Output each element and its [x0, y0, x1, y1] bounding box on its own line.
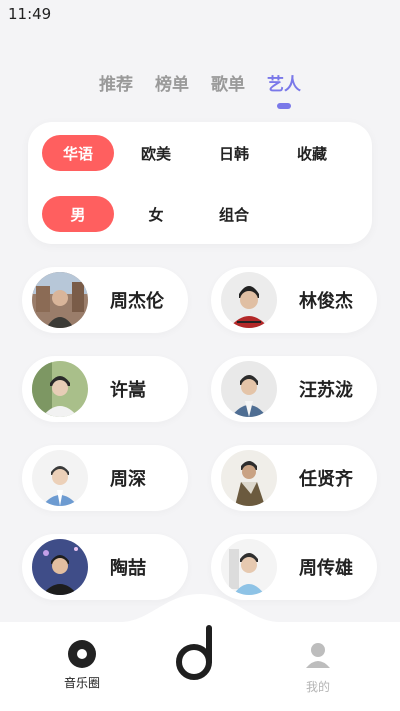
- artist-card[interactable]: 汪苏泷: [211, 356, 377, 422]
- active-tab-indicator: [277, 103, 291, 109]
- artist-avatar: [32, 539, 88, 595]
- status-time: 11:49: [8, 5, 52, 23]
- artist-card[interactable]: 周深: [22, 445, 188, 511]
- filter-group-chip[interactable]: 组合: [198, 196, 270, 232]
- artist-card[interactable]: 任贤齐: [211, 445, 377, 511]
- filter-favorites-chip[interactable]: 收藏: [276, 135, 348, 171]
- artist-avatar: [221, 361, 277, 417]
- status-bar: 11:49: [0, 0, 400, 28]
- tab-recommend[interactable]: 推荐: [99, 70, 133, 100]
- filter-chinese-chip[interactable]: 华语: [42, 135, 114, 171]
- artist-card[interactable]: 周杰伦: [22, 267, 188, 333]
- artist-name: 许嵩: [110, 380, 146, 401]
- artist-avatar: [221, 450, 277, 506]
- region-filter-row: 华语 欧美 日韩 收藏: [42, 135, 354, 171]
- tab-playlists[interactable]: 歌单: [211, 70, 245, 100]
- nav-music-circle-label: 音乐圈: [63, 676, 100, 690]
- artist-card[interactable]: 林俊杰: [211, 267, 377, 333]
- bottom-navigation: 音乐圈 我的: [0, 590, 400, 711]
- filter-japan-korea-chip[interactable]: 日韩: [198, 135, 270, 171]
- tab-artists[interactable]: 艺人: [267, 70, 301, 109]
- nav-profile-label: 我的: [305, 680, 330, 694]
- tab-charts[interactable]: 榜单: [155, 70, 189, 100]
- filter-male-chip[interactable]: 男: [42, 196, 114, 232]
- artist-avatar: [32, 450, 88, 506]
- app-logo-icon[interactable]: [170, 620, 230, 684]
- artist-avatar: [221, 539, 277, 595]
- tab-artists-label: 艺人: [267, 75, 301, 95]
- filter-western-chip[interactable]: 欧美: [120, 135, 192, 171]
- artist-name: 任贤齐: [299, 469, 353, 490]
- artist-name: 汪苏泷: [299, 380, 353, 401]
- nav-music-circle[interactable]: 音乐圈: [52, 640, 112, 691]
- artist-name: 林俊杰: [299, 291, 353, 312]
- top-tabs: 推荐 榜单 歌单 艺人: [0, 70, 400, 109]
- filter-card: 华语 欧美 日韩 收藏 男 女 组合: [28, 122, 372, 244]
- artist-name: 周杰伦: [110, 291, 164, 312]
- artist-avatar: [32, 272, 88, 328]
- artist-card[interactable]: 许嵩: [22, 356, 188, 422]
- artist-name: 周传雄: [299, 558, 353, 579]
- artist-avatar: [221, 272, 277, 328]
- nav-profile[interactable]: 我的: [288, 640, 348, 695]
- artist-name: 陶喆: [110, 558, 146, 579]
- gender-filter-row: 男 女 组合: [42, 196, 276, 232]
- profile-icon: [306, 643, 330, 668]
- artist-avatar: [32, 361, 88, 417]
- filter-female-chip[interactable]: 女: [120, 196, 192, 232]
- artist-name: 周深: [110, 469, 146, 490]
- artist-screen: 11:49 推荐 榜单 歌单 艺人 华语 欧美 日韩 收藏 男 女 组合 周杰伦: [0, 0, 400, 711]
- disc-icon: [68, 640, 96, 668]
